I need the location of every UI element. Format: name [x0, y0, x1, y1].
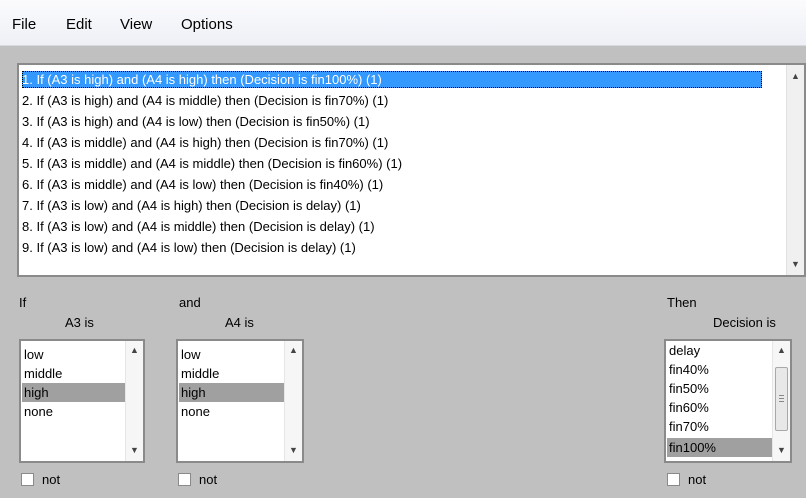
triangle-down-icon[interactable]: ▼ [126, 445, 143, 455]
triangle-up-icon[interactable]: ▲ [126, 345, 143, 355]
menu-view[interactable]: View [120, 16, 152, 33]
a3-option-none[interactable]: none [22, 402, 125, 421]
a4-scrollbar[interactable]: ▲ ▼ [284, 341, 302, 461]
a4-option-middle[interactable]: middle [179, 364, 284, 383]
a3-not-label: not [42, 472, 61, 487]
rule-item-5[interactable]: 5. If (A3 is middle) and (A4 is middle) … [22, 155, 402, 172]
a3-option-middle[interactable]: middle [22, 364, 125, 383]
decision-listbox[interactable]: delay fin40% fin50% fin60% fin70% fin100… [664, 339, 792, 463]
decision-option-delay[interactable]: delay [667, 341, 772, 360]
a4-option-none[interactable]: none [179, 402, 284, 421]
rules-scrollbar[interactable]: ▲ ▼ [786, 65, 804, 275]
a3-scrollbar[interactable]: ▲ ▼ [125, 341, 143, 461]
menu-edit[interactable]: Edit [66, 16, 92, 33]
rule-item-3[interactable]: 3. If (A3 is high) and (A4 is low) then … [22, 113, 370, 130]
a4-title: A4 is [225, 315, 254, 330]
rule-item-9[interactable]: 9. If (A3 is low) and (A4 is low) then (… [22, 239, 356, 256]
decision-not-checkbox[interactable] [667, 473, 680, 486]
menu-bar: File Edit View Options [0, 0, 806, 46]
if-label: If [19, 295, 27, 310]
rules-list[interactable]: 1. If (A3 is high) and (A4 is high) then… [17, 63, 806, 277]
rule-item-1[interactable]: 1. If (A3 is high) and (A4 is high) then… [22, 71, 762, 88]
and-label: and [179, 295, 201, 310]
triangle-up-icon[interactable]: ▲ [285, 345, 302, 355]
triangle-up-icon[interactable]: ▲ [773, 345, 790, 355]
menu-options[interactable]: Options [181, 16, 233, 33]
a3-not-checkbox[interactable] [21, 473, 34, 486]
decision-title: Decision is [713, 315, 776, 330]
decision-option-fin60[interactable]: fin60% [667, 398, 772, 417]
decision-option-fin100[interactable]: fin100% [667, 438, 772, 457]
rule-item-6[interactable]: 6. If (A3 is middle) and (A4 is low) the… [22, 176, 383, 193]
then-label: Then [667, 295, 697, 310]
triangle-down-icon[interactable]: ▼ [787, 259, 804, 269]
rule-item-8[interactable]: 8. If (A3 is low) and (A4 is middle) the… [22, 218, 375, 235]
triangle-down-icon[interactable]: ▼ [285, 445, 302, 455]
a4-listbox[interactable]: low middle high none ▲ ▼ [176, 339, 304, 463]
a4-option-low[interactable]: low [179, 345, 284, 364]
triangle-up-icon[interactable]: ▲ [787, 71, 804, 81]
a4-option-high[interactable]: high [179, 383, 284, 402]
decision-option-fin70[interactable]: fin70% [667, 417, 772, 436]
a3-option-high[interactable]: high [22, 383, 125, 402]
rule-item-4[interactable]: 4. If (A3 is middle) and (A4 is high) th… [22, 134, 388, 151]
a3-title: A3 is [65, 315, 94, 330]
decision-option-fin50[interactable]: fin50% [667, 379, 772, 398]
menu-file[interactable]: File [12, 16, 36, 33]
rule-item-7[interactable]: 7. If (A3 is low) and (A4 is high) then … [22, 197, 361, 214]
a3-listbox[interactable]: low middle high none ▲ ▼ [19, 339, 145, 463]
decision-not-label: not [688, 472, 707, 487]
a4-not-label: not [199, 472, 218, 487]
scroll-thumb[interactable] [775, 367, 788, 431]
a4-not-checkbox[interactable] [178, 473, 191, 486]
a3-option-low[interactable]: low [22, 345, 125, 364]
triangle-down-icon[interactable]: ▼ [773, 445, 790, 455]
decision-option-fin40[interactable]: fin40% [667, 360, 772, 379]
rule-item-2[interactable]: 2. If (A3 is high) and (A4 is middle) th… [22, 92, 388, 109]
decision-scrollbar[interactable]: ▲ ▼ [772, 341, 790, 461]
